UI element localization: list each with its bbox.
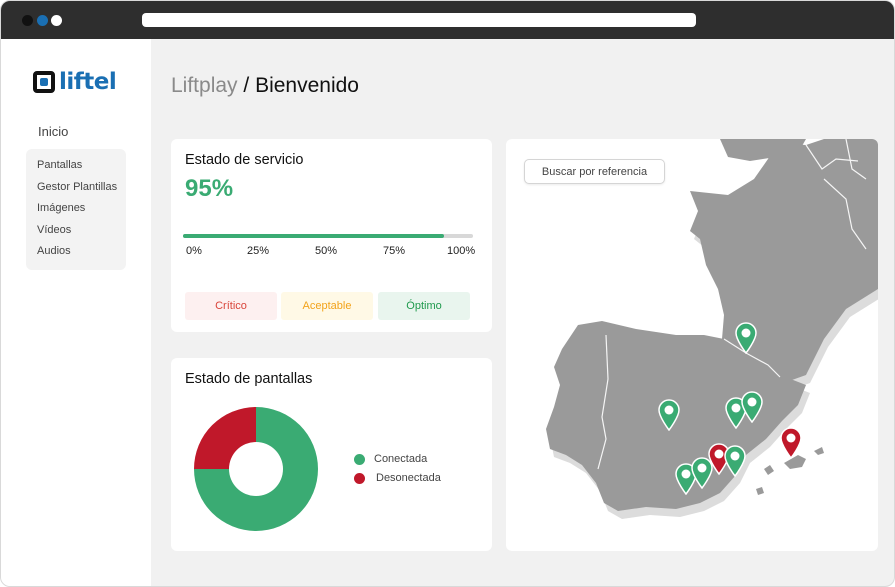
progress-tick-0: 0% <box>186 245 202 257</box>
breadcrumb-current: Bienvenido <box>255 74 359 97</box>
map-pin-icon[interactable] <box>690 457 714 490</box>
sidebar: liftel Inicio Pantallas Gestor Plantilla… <box>1 39 151 586</box>
screens-donut-chart <box>194 407 318 531</box>
donut-slice-disconnected[interactable] <box>194 407 256 469</box>
service-progress-track <box>183 234 473 238</box>
breadcrumb-separator: / <box>243 74 250 97</box>
map-pin-icon[interactable] <box>740 391 764 424</box>
service-status-percent: 95% <box>185 175 234 202</box>
legend-disconnected-label: Desonectada <box>376 472 441 484</box>
address-bar[interactable] <box>142 13 696 27</box>
legend-connected: Conectada <box>354 453 427 465</box>
progress-tick-25: 25% <box>247 245 270 257</box>
search-by-reference-button[interactable]: Buscar por referencia <box>524 159 665 184</box>
map-pin-icon[interactable] <box>779 427 803 460</box>
sidebar-item-audios[interactable]: Audios <box>26 241 126 263</box>
sidebar-menu: Pantallas Gestor Plantillas Imágenes Víd… <box>26 149 126 270</box>
map-pin-icon[interactable] <box>657 399 681 432</box>
browser-titlebar <box>1 1 894 39</box>
sidebar-item-screens[interactable]: Pantallas <box>26 155 126 177</box>
legend-connected-dot <box>354 453 365 465</box>
service-status-card: Estado de servicio 95% 0% 25% 50% 75% 10… <box>171 139 492 332</box>
breadcrumb-parent[interactable]: Liftplay <box>171 74 238 97</box>
progress-tick-100: 100% <box>447 245 476 257</box>
screens-status-card: Estado de pantallas Conectada Desonectad… <box>171 358 492 551</box>
status-optimal-badge: Óptimo <box>378 292 470 320</box>
sidebar-item-template-manager[interactable]: Gestor Plantillas <box>26 177 126 199</box>
progress-tick-50: 50% <box>315 245 338 257</box>
progress-tick-75: 75% <box>383 245 406 257</box>
logo-icon <box>33 71 55 93</box>
window-close-dot[interactable] <box>22 15 33 26</box>
sidebar-item-images[interactable]: Imágenes <box>26 198 126 220</box>
service-progress-fill <box>183 234 444 238</box>
page-title: Liftplay / Bienvenido <box>171 74 359 98</box>
sidebar-item-videos[interactable]: Vídeos <box>26 220 126 242</box>
map-card: Buscar por referencia <box>506 139 878 551</box>
legend-disconnected-dot <box>354 472 365 484</box>
service-status-title: Estado de servicio <box>185 152 304 168</box>
window-minimize-dot[interactable] <box>37 15 48 26</box>
logo-text: liftel <box>59 69 117 95</box>
sidebar-item-home[interactable]: Inicio <box>38 124 68 139</box>
liftel-logo[interactable]: liftel <box>33 69 117 95</box>
status-critical-badge: Crítico <box>185 292 277 320</box>
window-maximize-dot[interactable] <box>51 15 62 26</box>
map-pin-icon[interactable] <box>734 322 758 355</box>
browser-window: liftel Inicio Pantallas Gestor Plantilla… <box>0 0 895 587</box>
legend-disconnected: Desonectada <box>354 472 441 484</box>
screens-status-title: Estado de pantallas <box>185 371 313 387</box>
legend-connected-label: Conectada <box>374 453 428 465</box>
status-acceptable-badge: Aceptable <box>281 292 373 320</box>
map-pin-icon[interactable] <box>723 445 747 478</box>
